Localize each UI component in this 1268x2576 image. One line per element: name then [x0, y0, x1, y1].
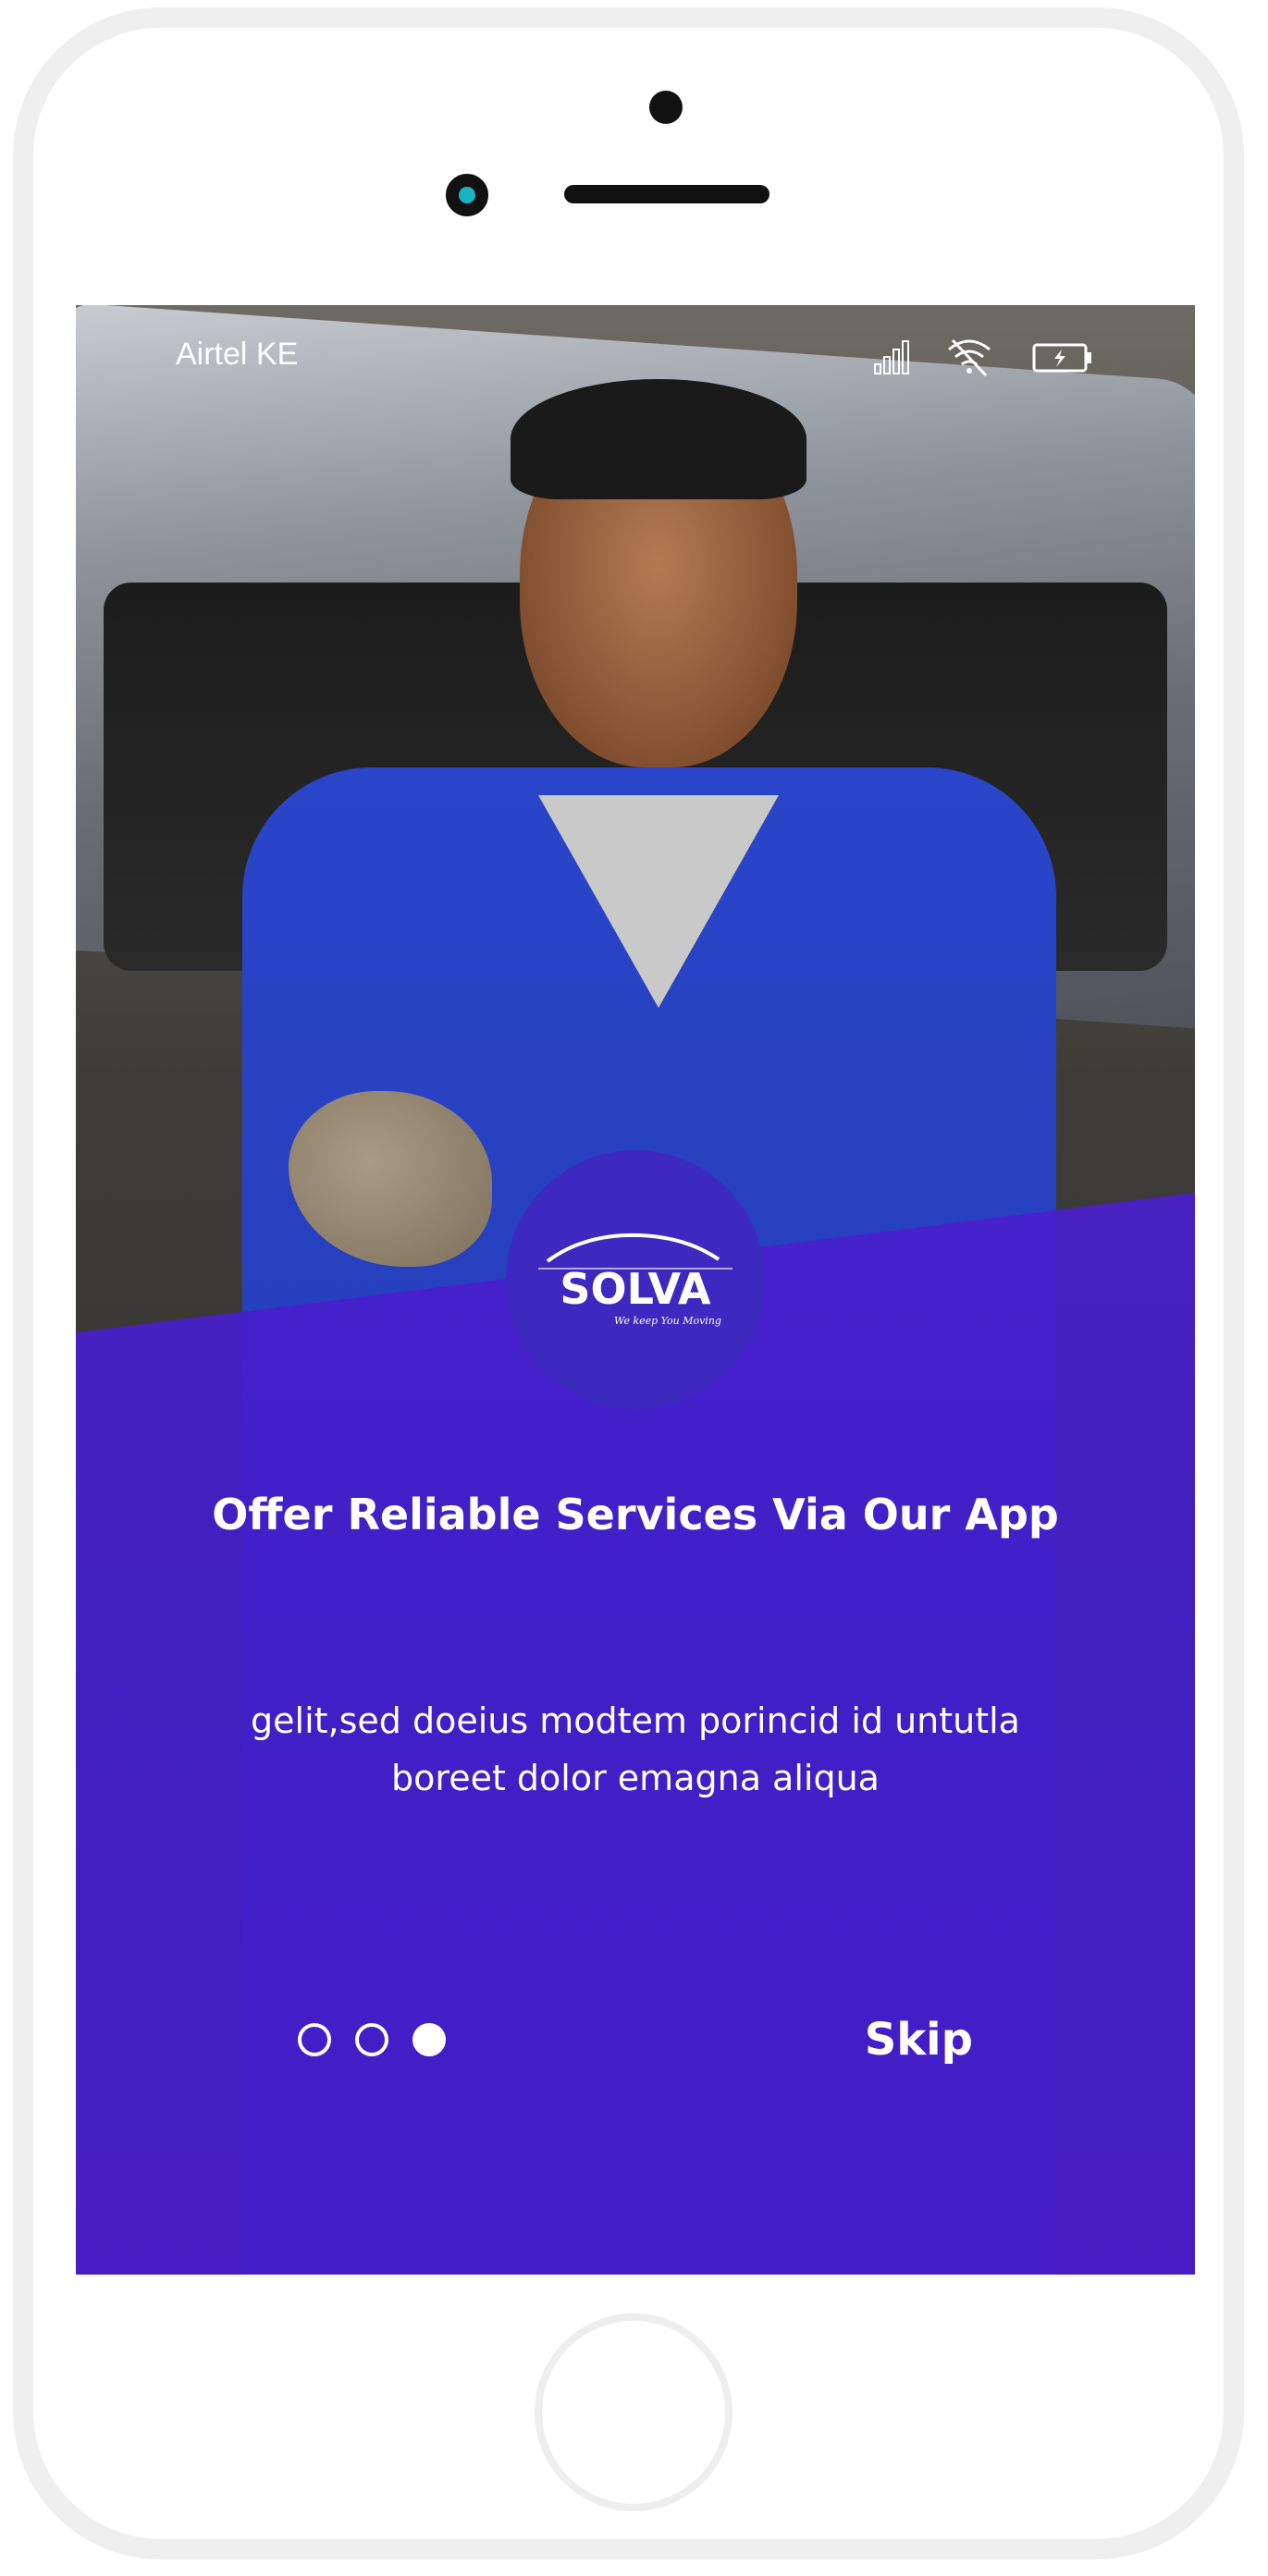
mechanic-hair	[511, 379, 806, 499]
wifi-icon	[948, 338, 991, 377]
logo-wordmark: SOLVA	[560, 1264, 711, 1314]
app-logo: SOLVA We keep You Moving	[506, 1150, 765, 1409]
camera-lens	[446, 174, 488, 216]
carrier-name: Airtel KE	[176, 337, 299, 372]
page-dot-2[interactable]	[355, 2023, 388, 2056]
onboarding-description: gelit,sed doeius modtem porincid id untu…	[251, 1700, 1020, 1798]
phone-screen: Airtel KE SOLVA We keep You Moving Offer…	[76, 305, 1195, 2275]
skip-button[interactable]: Skip	[865, 2014, 973, 2066]
page-dot-1[interactable]	[298, 2023, 331, 2056]
home-button[interactable]	[535, 2313, 732, 2511]
battery-icon	[1032, 343, 1091, 373]
onboarding-title: Offer Reliable Services Via Our App	[212, 1490, 1059, 1539]
car-logo-icon: SOLVA We keep You Moving	[538, 1233, 732, 1327]
front-camera	[649, 91, 683, 124]
page-indicator	[298, 2023, 446, 2056]
speaker-grille	[564, 185, 769, 203]
status-bar: Airtel KE	[76, 305, 1195, 388]
logo-tagline: We keep You Moving	[614, 1315, 721, 1327]
signal-icon	[874, 340, 909, 374]
page-dot-3[interactable]	[412, 2023, 446, 2056]
